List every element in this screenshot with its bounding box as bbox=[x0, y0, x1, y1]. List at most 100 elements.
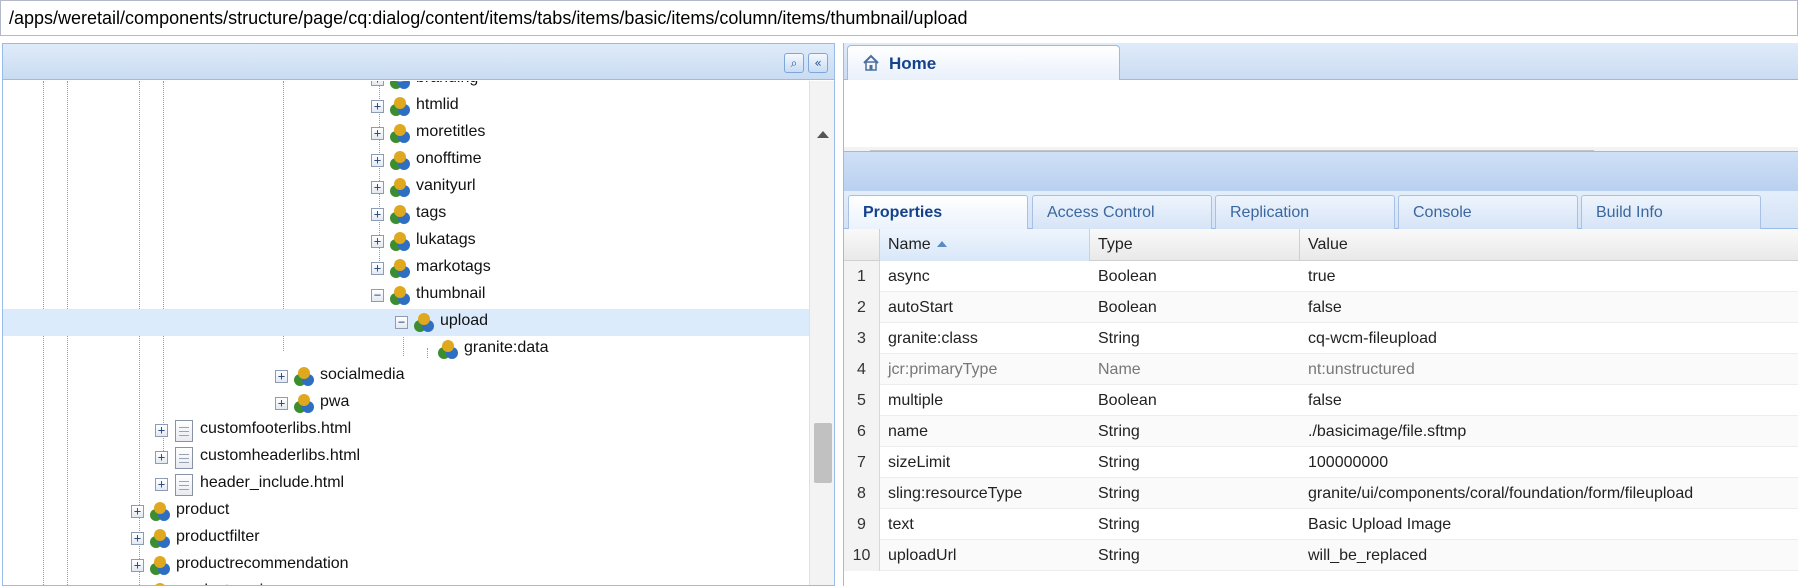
tree-node-selected[interactable]: − upload bbox=[3, 309, 809, 336]
node-icon bbox=[150, 502, 170, 521]
collapse-icon[interactable]: − bbox=[371, 289, 384, 302]
tab-home[interactable]: Home bbox=[847, 45, 1120, 81]
expand-icon[interactable]: + bbox=[371, 127, 384, 140]
tab-build-info[interactable]: Build Info bbox=[1581, 195, 1761, 229]
tree-node-label[interactable]: vanityurl bbox=[416, 177, 476, 195]
grid-header: Name Type Value bbox=[844, 229, 1798, 261]
path-bar[interactable] bbox=[0, 0, 1798, 36]
tree-node[interactable]: + productfilter bbox=[3, 525, 809, 552]
node-icon bbox=[390, 232, 410, 251]
tree-node[interactable]: + header_include.html bbox=[3, 471, 809, 498]
tree-node-label[interactable]: product bbox=[176, 501, 229, 519]
tree-node-label[interactable]: branding bbox=[416, 81, 478, 87]
table-row[interactable]: 6 name String ./basicimage/file.sftmp bbox=[844, 416, 1798, 447]
expand-icon[interactable]: + bbox=[371, 81, 384, 86]
node-icon bbox=[294, 394, 314, 413]
table-row[interactable]: 8 sling:resourceType String granite/ui/c… bbox=[844, 478, 1798, 509]
tab-properties[interactable]: Properties bbox=[848, 195, 1028, 230]
expand-icon[interactable]: + bbox=[155, 424, 168, 437]
expand-icon[interactable]: + bbox=[275, 370, 288, 383]
table-row[interactable]: 1 async Boolean true bbox=[844, 261, 1798, 292]
tree-node[interactable]: + lukatags bbox=[3, 228, 809, 255]
tree-node-label[interactable]: markotags bbox=[416, 258, 491, 276]
tree-node[interactable]: + htmlid bbox=[3, 93, 809, 120]
tree-node-label[interactable]: productrecommendation bbox=[176, 555, 349, 573]
tree-node-label[interactable]: socialmedia bbox=[320, 366, 404, 384]
tree-node[interactable]: + vanityurl bbox=[3, 174, 809, 201]
tree-node-label[interactable]: moretitles bbox=[416, 123, 485, 141]
expand-icon[interactable]: + bbox=[275, 397, 288, 410]
tree-node-label[interactable]: productfilter bbox=[176, 528, 260, 546]
property-type: String bbox=[1098, 330, 1140, 347]
tree-node[interactable]: + markotags bbox=[3, 255, 809, 282]
tree-node-label[interactable]: productservices bbox=[176, 582, 288, 585]
expand-icon[interactable]: + bbox=[371, 262, 384, 275]
table-row[interactable]: 4 jcr:primaryType Name nt:unstructured bbox=[844, 354, 1798, 385]
tab-access-control[interactable]: Access Control bbox=[1032, 195, 1212, 229]
tree-node-label[interactable]: lukatags bbox=[416, 231, 476, 249]
find-icon[interactable]: ⌕ bbox=[784, 53, 804, 73]
table-row[interactable]: 2 autoStart Boolean false bbox=[844, 292, 1798, 323]
scroll-up-icon[interactable] bbox=[817, 131, 829, 138]
expand-icon[interactable]: + bbox=[371, 208, 384, 221]
property-value: 100000000 bbox=[1308, 454, 1389, 471]
tree-scrollbar[interactable] bbox=[809, 81, 834, 585]
tree-node-label[interactable]: customfooterlibs.html bbox=[200, 420, 351, 438]
column-header-type[interactable]: Type bbox=[1090, 229, 1300, 261]
expand-icon[interactable]: + bbox=[155, 478, 168, 491]
column-header-value[interactable]: Value bbox=[1300, 229, 1798, 261]
tree-node[interactable]: + product bbox=[3, 498, 809, 525]
tab-replication[interactable]: Replication bbox=[1215, 195, 1395, 229]
tree-node[interactable]: + tags bbox=[3, 201, 809, 228]
tree-panel: ⌕ « + branding + htmlid + moretitles bbox=[2, 43, 835, 586]
expand-icon[interactable]: + bbox=[371, 154, 384, 167]
tree-node[interactable]: + moretitles bbox=[3, 120, 809, 147]
row-number: 10 bbox=[844, 540, 880, 571]
tree-node-label[interactable]: pwa bbox=[320, 393, 349, 411]
table-row[interactable]: 9 text String Basic Upload Image bbox=[844, 509, 1798, 540]
tree-node[interactable]: + pwa bbox=[3, 390, 809, 417]
tree-node-label[interactable]: upload bbox=[440, 312, 488, 330]
tree-node-label[interactable]: thumbnail bbox=[416, 285, 485, 303]
node-icon bbox=[155, 583, 165, 585]
file-icon bbox=[175, 447, 193, 469]
tree-node-label[interactable]: tags bbox=[416, 204, 446, 222]
expand-icon[interactable]: + bbox=[371, 235, 384, 248]
tree-node[interactable]: + productservices bbox=[3, 579, 809, 585]
scroll-thumb[interactable] bbox=[814, 423, 832, 483]
column-header-name[interactable]: Name bbox=[880, 229, 1090, 261]
expand-icon[interactable]: + bbox=[155, 451, 168, 464]
node-icon bbox=[294, 367, 314, 386]
table-row[interactable]: 7 sizeLimit String 100000000 bbox=[844, 447, 1798, 478]
expand-icon[interactable]: + bbox=[131, 505, 144, 518]
path-input[interactable] bbox=[1, 1, 1797, 35]
tree-node[interactable]: + customheaderlibs.html bbox=[3, 444, 809, 471]
tree-node-label[interactable]: granite:data bbox=[464, 339, 549, 357]
tree-node-label[interactable]: customheaderlibs.html bbox=[200, 447, 360, 465]
tree-node[interactable]: + productrecommendation bbox=[3, 552, 809, 579]
tree-node-label[interactable]: htmlid bbox=[416, 96, 459, 114]
table-row[interactable]: 10 uploadUrl String will_be_replaced bbox=[844, 540, 1798, 571]
expand-icon[interactable]: + bbox=[131, 532, 144, 545]
table-row[interactable]: 3 granite:class String cq-wcm-fileupload bbox=[844, 323, 1798, 354]
content-panel: Home Properties Access Control Replicati… bbox=[843, 43, 1798, 586]
tree-node[interactable]: + branding bbox=[3, 81, 809, 93]
tree-node[interactable]: + socialmedia bbox=[3, 363, 809, 390]
tab-console[interactable]: Console bbox=[1398, 195, 1578, 229]
table-row[interactable]: 5 multiple Boolean false bbox=[844, 385, 1798, 416]
collapse-icon[interactable]: − bbox=[395, 316, 408, 329]
column-header-name-label: Name bbox=[888, 236, 931, 253]
expand-icon[interactable]: + bbox=[371, 100, 384, 113]
expand-icon[interactable]: + bbox=[131, 559, 144, 572]
tree-node[interactable]: − thumbnail bbox=[3, 282, 809, 309]
tree-node-label[interactable]: onofftime bbox=[416, 150, 482, 168]
tree-node[interactable]: + customfooterlibs.html bbox=[3, 417, 809, 444]
collapse-panel-icon[interactable]: « bbox=[808, 53, 828, 73]
expand-icon[interactable]: + bbox=[371, 181, 384, 194]
tree-node[interactable]: + onofftime bbox=[3, 147, 809, 174]
node-icon bbox=[390, 286, 410, 305]
properties-panel-header bbox=[844, 151, 1798, 191]
property-name: text bbox=[888, 516, 914, 533]
tree-node-label[interactable]: header_include.html bbox=[200, 474, 344, 492]
tree-node[interactable]: granite:data bbox=[3, 336, 809, 363]
